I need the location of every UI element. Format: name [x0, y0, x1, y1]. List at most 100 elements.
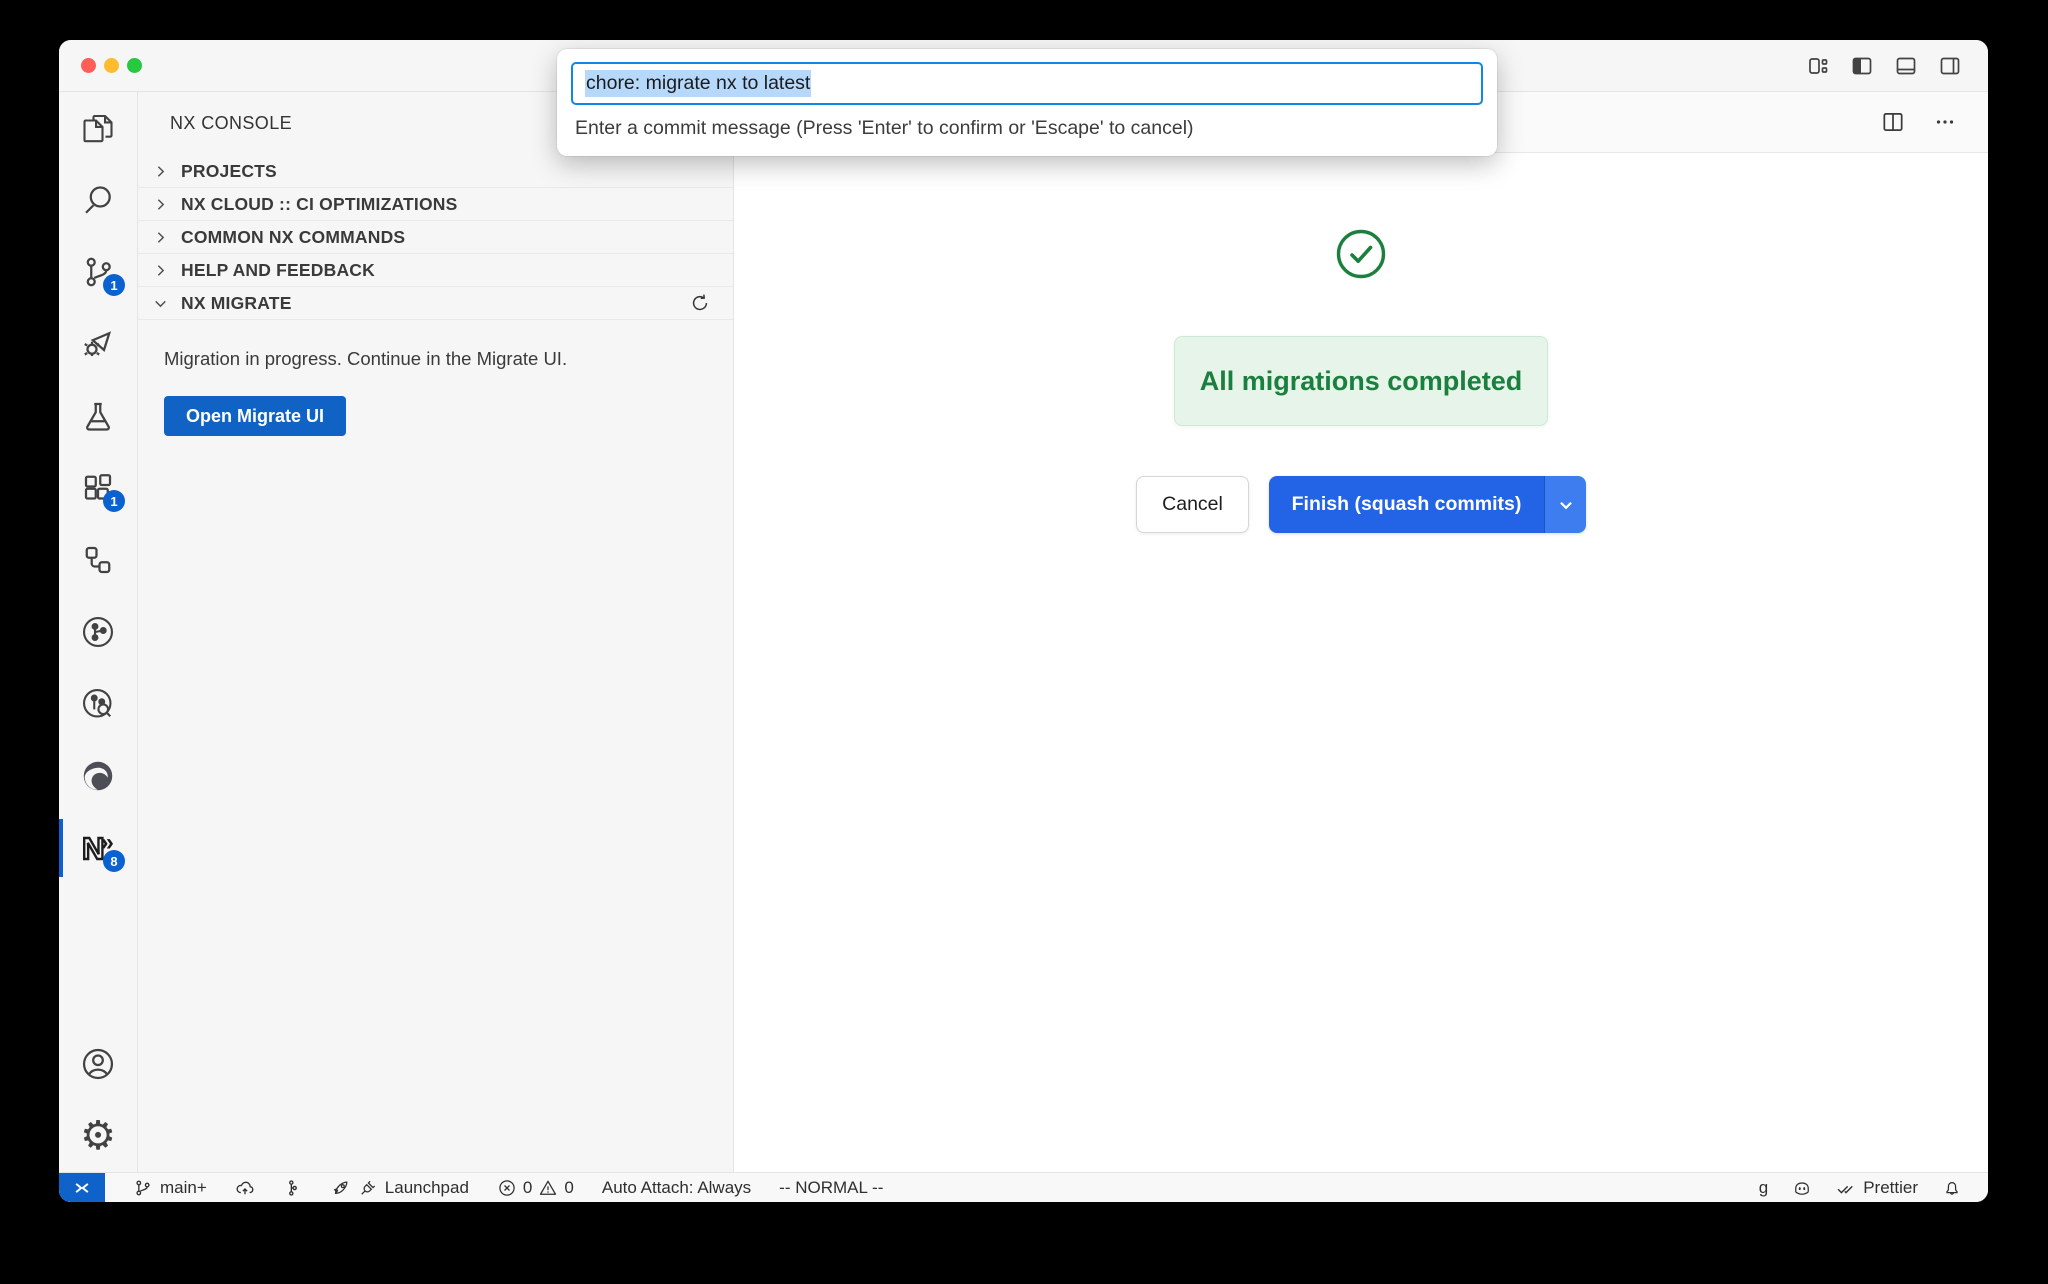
section-label: PROJECTS — [181, 161, 277, 182]
layout-controls — [1806, 54, 1962, 78]
warning-icon — [538, 1178, 558, 1198]
error-icon — [497, 1178, 517, 1198]
sidebar: NX CONSOLE PROJECTS NX CLOUD :: CI OPTIM… — [138, 92, 734, 1172]
publish-status[interactable] — [235, 1178, 255, 1198]
nx-migrate-panel: Migration in progress. Continue in the M… — [138, 320, 733, 436]
section-projects[interactable]: PROJECTS — [138, 155, 733, 188]
success-banner: All migrations completed — [1174, 336, 1548, 426]
customize-layout-icon[interactable] — [1806, 54, 1830, 78]
remote-icon — [72, 1178, 92, 1198]
warning-count: 0 — [564, 1178, 573, 1198]
git-graph-icon — [283, 1178, 303, 1198]
cancel-button[interactable]: Cancel — [1136, 476, 1249, 533]
section-nx-cloud[interactable]: NX CLOUD :: CI OPTIMIZATIONS — [138, 188, 733, 221]
traffic-lights — [81, 58, 142, 73]
edge-devtools-icon — [80, 758, 116, 794]
section-common-commands[interactable]: COMMON NX COMMANDS — [138, 221, 733, 254]
git-graph-status[interactable] — [283, 1178, 303, 1198]
section-nx-migrate[interactable]: NX MIGRATE — [138, 287, 733, 320]
activity-bar: 1 1 — [59, 92, 138, 1172]
sidebar-item-testing[interactable] — [59, 380, 137, 452]
plug-icon — [358, 1178, 378, 1198]
minimize-window-button[interactable] — [104, 58, 119, 73]
sidebar-item-settings[interactable]: ⚙ — [59, 1100, 137, 1172]
success-message: All migrations completed — [1200, 366, 1523, 397]
open-migrate-ui-button[interactable]: Open Migrate UI — [164, 396, 346, 436]
sidebar-item-extensions[interactable]: 1 — [59, 452, 137, 524]
extensions-badge: 1 — [103, 490, 125, 512]
migration-status-text: Migration in progress. Continue in the M… — [164, 348, 709, 370]
linked-squares-icon — [80, 542, 116, 578]
sidebar-item-edge-tools[interactable] — [59, 740, 137, 812]
auto-attach-status[interactable]: Auto Attach: Always — [602, 1178, 751, 1198]
finish-dropdown-button[interactable] — [1544, 476, 1586, 533]
sidebar-item-git-search[interactable] — [59, 668, 137, 740]
finish-split-button: Finish (squash commits) — [1269, 476, 1586, 533]
more-actions-icon[interactable] — [1932, 109, 1958, 135]
status-bar-right: g Prettier — [1759, 1173, 1962, 1202]
chevron-right-icon — [152, 163, 169, 180]
chevron-down-icon — [1557, 496, 1575, 514]
success-check-icon — [1335, 228, 1387, 280]
sidebar-item-dependencies[interactable] — [59, 524, 137, 596]
circle-branch-search-icon — [80, 686, 116, 722]
notifications-status[interactable] — [1942, 1178, 1962, 1198]
chevron-right-icon — [152, 229, 169, 246]
sidebar-item-run-debug[interactable] — [59, 308, 137, 380]
activity-bar-spacer — [59, 884, 137, 1028]
run-debug-icon — [80, 326, 116, 362]
sidebar-item-explorer[interactable] — [59, 92, 137, 164]
section-help-feedback[interactable]: HELP AND FEEDBACK — [138, 254, 733, 287]
toggle-panel-icon[interactable] — [1894, 54, 1918, 78]
sidebar-item-source-control[interactable]: 1 — [59, 236, 137, 308]
branch-name: main+ — [160, 1178, 207, 1198]
chevron-right-icon — [152, 262, 169, 279]
cloud-upload-icon — [235, 1178, 255, 1198]
copilot-icon — [1792, 1178, 1812, 1198]
launchpad-label: Launchpad — [385, 1178, 469, 1198]
selected-input-text: chore: migrate nx to latest — [585, 70, 811, 97]
finish-button[interactable]: Finish (squash commits) — [1269, 476, 1544, 533]
rocket-icon — [331, 1178, 351, 1198]
commit-message-input[interactable]: chore: migrate nx to latest — [571, 62, 1483, 105]
sidebar-item-git-graph[interactable] — [59, 596, 137, 668]
sidebar-item-account[interactable] — [59, 1028, 137, 1100]
problems-status[interactable]: 0 0 — [497, 1178, 574, 1198]
error-count: 0 — [523, 1178, 532, 1198]
status-bar: main+ Launchpad 0 0 — [59, 1172, 1988, 1202]
section-label: HELP AND FEEDBACK — [181, 260, 375, 281]
copilot-status[interactable] — [1792, 1178, 1812, 1198]
bell-icon — [1942, 1178, 1962, 1198]
remote-indicator[interactable] — [59, 1173, 105, 1202]
quick-input-panel: chore: migrate nx to latest Enter a comm… — [557, 49, 1497, 156]
beaker-icon — [80, 398, 116, 434]
zoom-window-button[interactable] — [127, 58, 142, 73]
toggle-primary-sidebar-icon[interactable] — [1850, 54, 1874, 78]
sidebar-item-nx-console[interactable]: N» 8 — [59, 812, 137, 884]
main-row: 1 1 — [59, 92, 1988, 1172]
chevron-right-icon — [152, 196, 169, 213]
chevron-down-icon — [152, 295, 169, 312]
sidebar-item-search[interactable] — [59, 164, 137, 236]
toggle-secondary-sidebar-icon[interactable] — [1938, 54, 1962, 78]
vim-mode-status: -- NORMAL -- — [779, 1178, 883, 1198]
migrate-ui-content: All migrations completed Cancel Finish (… — [734, 153, 1988, 1172]
nx-badge: 8 — [103, 850, 125, 872]
quick-input-prompt: Enter a commit message (Press 'Enter' to… — [571, 105, 1483, 146]
files-icon — [80, 110, 116, 146]
git-branch-status[interactable]: main+ — [133, 1178, 207, 1198]
section-label: NX MIGRATE — [181, 293, 292, 314]
prettier-status[interactable]: Prettier — [1836, 1178, 1918, 1198]
screen-background: 1 1 — [0, 0, 2048, 1284]
formatter-label: Prettier — [1863, 1178, 1918, 1198]
section-label: NX CLOUD :: CI OPTIMIZATIONS — [181, 194, 458, 215]
search-icon — [80, 182, 116, 218]
close-window-button[interactable] — [81, 58, 96, 73]
launchpad-status[interactable]: Launchpad — [331, 1178, 469, 1198]
split-editor-icon[interactable] — [1880, 109, 1906, 135]
vscode-window: 1 1 — [59, 40, 1988, 1202]
action-buttons: Cancel Finish (squash commits) — [1136, 476, 1586, 533]
editor-area: All migrations completed Cancel Finish (… — [734, 92, 1988, 1172]
refresh-icon[interactable] — [689, 292, 711, 314]
double-check-icon — [1836, 1178, 1856, 1198]
